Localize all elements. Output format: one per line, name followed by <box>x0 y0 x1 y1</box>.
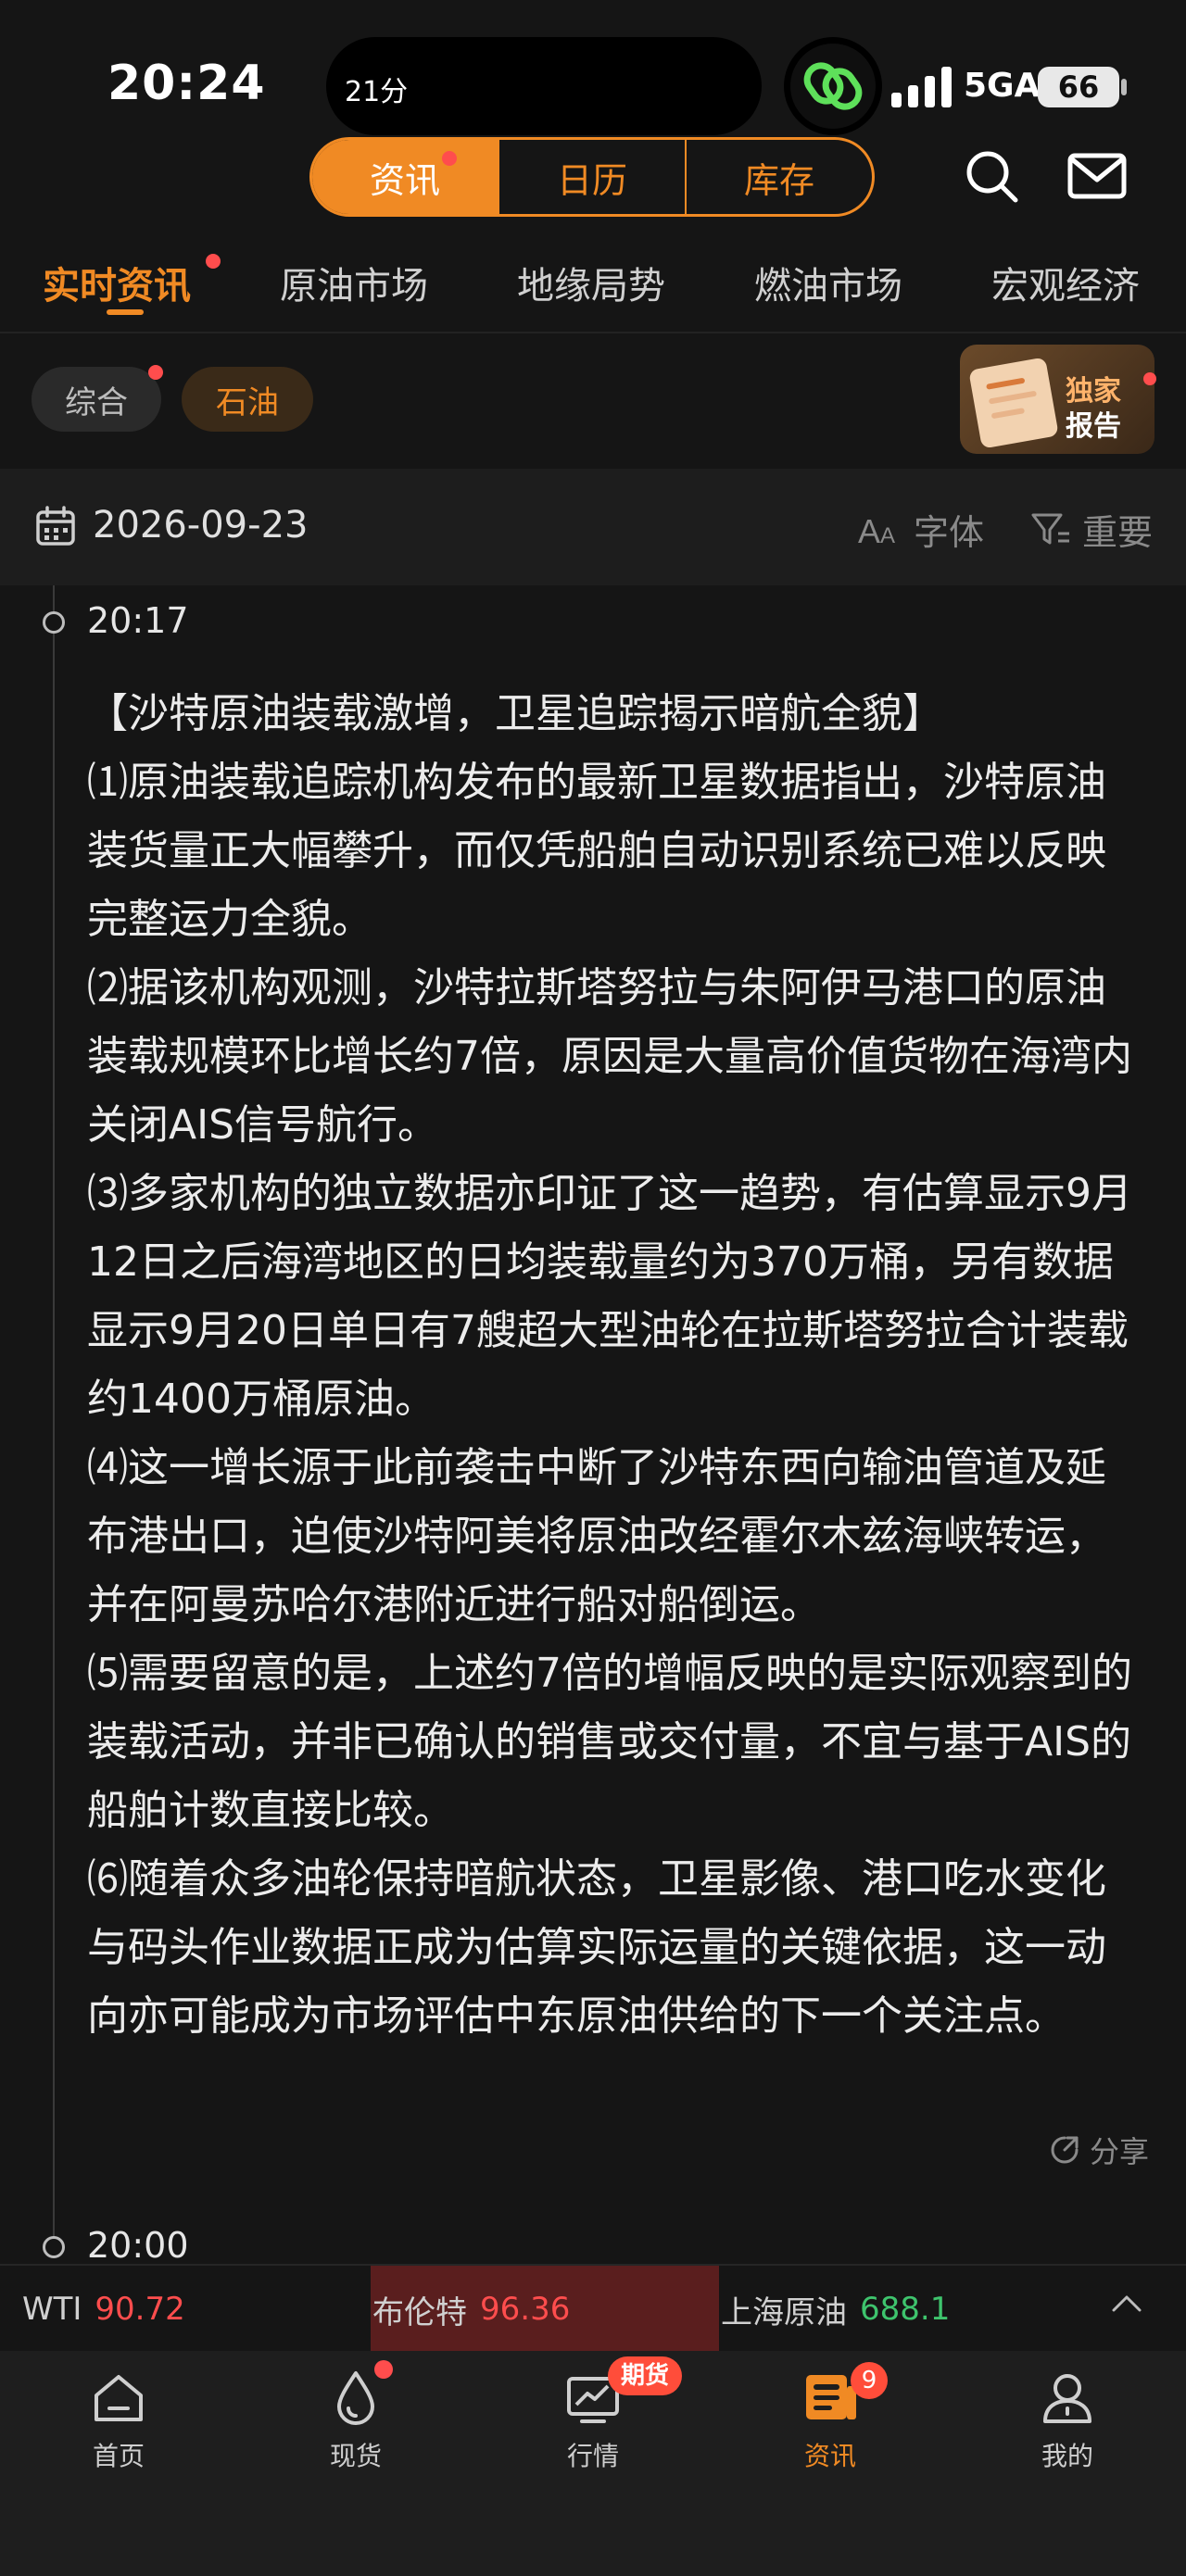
timeline-node <box>43 611 65 634</box>
chip-all[interactable]: 综合 <box>32 367 161 432</box>
segment-news[interactable]: 资讯 <box>312 140 499 214</box>
segment-calendar[interactable]: 日历 <box>499 140 687 214</box>
island-app-icon <box>784 37 882 135</box>
svg-text:A: A <box>880 523 895 548</box>
tab-geopolitics[interactable]: 地缘局势 <box>517 256 665 309</box>
share-icon <box>1051 2136 1079 2164</box>
home-icon <box>95 2375 143 2421</box>
notification-dot <box>442 151 457 166</box>
share-button[interactable]: 分享 <box>1049 2129 1149 2171</box>
segment-inventory-label: 库存 <box>743 159 814 201</box>
ticker-name: 上海原油 <box>721 2293 847 2331</box>
important-filter-label: 重要 <box>1082 512 1154 553</box>
timeline-line <box>53 585 55 2253</box>
news-paragraph-4: ⑷这一增长源于此前袭击中断了沙特东西向输油管道及延布港出口，迫使沙特阿美将原油改… <box>87 1444 1106 1628</box>
mail-icon[interactable] <box>1067 150 1127 206</box>
nav-spot-label: 现货 <box>329 2441 382 2471</box>
segment-inventory[interactable]: 库存 <box>687 140 872 214</box>
news-article[interactable]: 【沙特原油装载激增，卫星追踪揭示暗航全貌】 ⑴原油装载追踪机构发布的最新卫星数据… <box>87 680 1143 2051</box>
network-type: 5GA <box>964 67 1041 105</box>
divider <box>0 332 1186 333</box>
news-time: 20:17 <box>87 600 189 641</box>
category-tabs: 实时资讯 原油市场 地缘局势 燃油市场 宏观经济 <box>0 243 1186 328</box>
notification-dot <box>148 365 163 380</box>
nav-news-label: 资讯 <box>803 2441 856 2471</box>
news-paragraph-6: ⑹随着众多油轮保持暗航状态，卫星影像、港口吃水变化与码头作业数据正成为估算实际运… <box>87 1855 1106 2040</box>
search-icon[interactable] <box>964 148 1021 209</box>
news-count-badge: 9 <box>851 2362 888 2399</box>
nav-market-label: 行情 <box>566 2441 619 2471</box>
filter-icon <box>1031 513 1069 544</box>
font-icon: A A <box>858 512 895 548</box>
timeline-node <box>43 2236 65 2258</box>
futures-badge: 期货 <box>608 2356 683 2395</box>
nav-profile-label: 我的 <box>1041 2441 1093 2471</box>
nav-profile[interactable]: 我的 <box>1003 2368 1132 2473</box>
notification-dot <box>206 254 221 269</box>
important-filter-button[interactable]: 重要 <box>1030 504 1153 555</box>
ticker-name: WTI <box>22 2291 82 2328</box>
drop-icon <box>337 2371 374 2425</box>
header-segmented-control: 资讯 日历 库存 <box>309 137 875 217</box>
news-time: 20:00 <box>87 2225 189 2266</box>
signal-icon <box>891 67 956 111</box>
calendar-icon[interactable] <box>35 506 76 550</box>
ticker-value: 96.36 <box>480 2291 571 2328</box>
ticker-value: 90.72 <box>95 2291 185 2328</box>
ticker-brent[interactable]: 布伦特 96.36 <box>371 2266 719 2353</box>
news-paragraph-1: ⑴原油装载追踪机构发布的最新卫星数据指出，沙特原油装货量正大幅攀升，而仅凭船舶自… <box>87 759 1106 943</box>
segment-calendar-label: 日历 <box>556 159 627 201</box>
font-size-label: 字体 <box>914 512 985 553</box>
price-ticker: WTI 90.72 布伦特 96.36 上海原油 688.1 <box>0 2264 1186 2353</box>
notification-dot <box>374 2360 393 2379</box>
news-paragraph-3: ⑶多家机构的独立数据亦印证了这一趋势，有估算显示9月12日之后海湾地区的日均装载… <box>87 1170 1132 1423</box>
svg-text:A: A <box>858 512 880 548</box>
island-timer: 21分 <box>345 76 409 108</box>
report-icon <box>968 357 1059 449</box>
battery-tip <box>1121 79 1127 95</box>
segment-news-label: 资讯 <box>369 159 440 201</box>
tab-realtime-news[interactable]: 实时资讯 <box>43 256 191 309</box>
exclusive-report-label: 独家 报告 <box>1066 374 1121 445</box>
news-paragraph-5: ⑸需要留意的是，上述约7倍的增幅反映的是实际观察到的装载活动，并非已确认的销售或… <box>87 1650 1132 1834</box>
status-time: 20:24 <box>107 56 266 111</box>
ticker-shanghai-crude[interactable]: 上海原油 688.1 <box>721 2266 950 2353</box>
tab-crude-market[interactable]: 原油市场 <box>280 256 428 309</box>
tab-macro-economy[interactable]: 宏观经济 <box>991 256 1140 309</box>
share-label: 分享 <box>1090 2134 1150 2169</box>
current-date[interactable]: 2026-09-23 <box>93 504 308 547</box>
battery-icon: 66 <box>1038 67 1119 107</box>
ticker-name: 布伦特 <box>372 2293 467 2331</box>
tab-fuel-market[interactable]: 燃油市场 <box>754 256 902 309</box>
notification-dot <box>1143 372 1156 385</box>
chevron-up-icon[interactable] <box>1110 2292 1143 2318</box>
active-tab-indicator <box>107 309 144 315</box>
chip-oil[interactable]: 石油 <box>182 367 313 432</box>
nav-home-label: 首页 <box>92 2441 145 2471</box>
news-title: 【沙特原油装载激增，卫星追踪揭示暗航全貌】 <box>87 690 943 737</box>
news-paragraph-2: ⑵据该机构观测，沙特拉斯塔努拉与朱阿伊马港口的原油装载规模环比增长约7倍，原因是… <box>87 964 1132 1149</box>
nav-spot[interactable]: 现货 <box>291 2368 421 2473</box>
profile-icon <box>1043 2374 1091 2423</box>
nav-home[interactable]: 首页 <box>54 2368 183 2473</box>
report-line2: 报告 <box>1066 410 1121 443</box>
report-line1: 独家 <box>1066 375 1121 408</box>
ticker-wti[interactable]: WTI 90.72 <box>22 2266 185 2353</box>
ticker-value: 688.1 <box>860 2291 951 2328</box>
font-size-button[interactable]: A A 字体 <box>858 504 984 555</box>
